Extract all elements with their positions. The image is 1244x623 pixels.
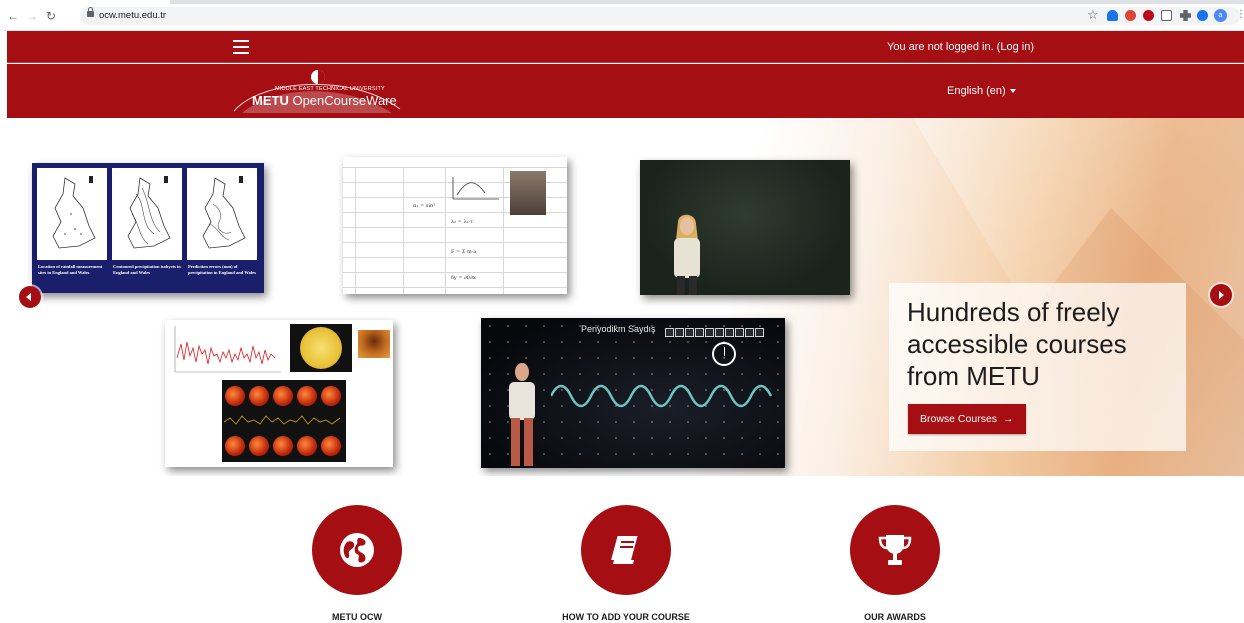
feature-awards[interactable]: OUR AWARDS xyxy=(795,505,995,623)
equation-text: λ₂ = λ₁·τ xyxy=(451,219,474,225)
map-caption: Prediction errors (mm) of precipitation … xyxy=(188,264,256,275)
browser-toolbar: ← → ↻ ocw.metu.edu.tr ☆ a ⋮ xyxy=(0,0,1244,31)
book-icon xyxy=(611,536,638,564)
feature-label[interactable]: HOW TO ADD YOUR COURSE xyxy=(526,611,726,623)
extension-icon[interactable] xyxy=(1125,10,1136,21)
hero-caption-text: Hundreds of freely accessible courses fr… xyxy=(907,297,1127,391)
carousel-next-button[interactable] xyxy=(1210,284,1232,306)
extension-icon[interactable] xyxy=(1107,10,1118,21)
equation-text: α₁ = sin² xyxy=(413,203,436,209)
feature-circle[interactable] xyxy=(581,505,671,595)
chevron-left-icon xyxy=(26,293,31,301)
metu-ocw-logo[interactable]: MIDDLE EAST TECHNICAL UNIVERSITY METU Op… xyxy=(232,69,402,113)
logo-title-rest: OpenCourseWare xyxy=(288,93,397,108)
feature-circle[interactable] xyxy=(850,505,940,595)
blackboard-lecture-image xyxy=(640,160,850,295)
trophy-icon xyxy=(878,535,912,565)
caret-down-icon xyxy=(1009,89,1016,94)
brand-header: MIDDLE EAST TECHNICAL UNIVERSITY METU Op… xyxy=(7,64,1244,118)
hero-caption: Hundreds of freely accessible courses fr… xyxy=(889,283,1186,451)
sunspot-image xyxy=(358,330,390,358)
browser-menu-icon[interactable]: ⋮ xyxy=(1236,8,1244,22)
title-boxes xyxy=(665,324,765,342)
feature-circle[interactable] xyxy=(312,505,402,595)
profile-avatar[interactable]: a xyxy=(1214,9,1227,22)
map-caption: Contoured precipitation isohyets in Engl… xyxy=(113,264,181,275)
login-link[interactable]: You are not logged in. (Log in) xyxy=(887,40,1034,54)
extension-icon[interactable] xyxy=(1197,10,1208,21)
stopwatch-icon xyxy=(712,342,736,366)
browse-courses-label: Browse Courses xyxy=(920,413,998,425)
lecturer-figure xyxy=(674,214,700,295)
forward-icon[interactable]: → xyxy=(25,9,39,23)
language-selector[interactable]: English (en) xyxy=(947,84,1016,98)
equation-text: F = Σ m·a xyxy=(451,249,477,255)
address-bar[interactable] xyxy=(80,7,1240,25)
map-panel xyxy=(187,168,257,260)
equation-text: δy = ∂f/∂x xyxy=(451,275,476,281)
feature-add-course[interactable]: HOW TO ADD YOUR COURSE xyxy=(526,505,726,623)
back-icon[interactable]: ← xyxy=(6,9,20,23)
arrow-right-icon: → xyxy=(1003,413,1014,425)
browse-courses-button[interactable]: Browse Courses → xyxy=(908,404,1026,434)
hamburger-menu-icon[interactable] xyxy=(233,40,249,54)
spreadsheet-lecture-image: α₁ = sin² λ₂ = λ₁·τ F = Σ m·a δy = ∂f/∂x xyxy=(343,157,567,294)
lock-icon xyxy=(87,7,94,17)
map-caption: Location of rainfall measurement sites i… xyxy=(38,264,103,275)
top-navbar: You are not logged in. (Log in) xyxy=(7,31,1244,63)
language-label: English (en) xyxy=(947,85,1006,97)
bookmark-star-icon[interactable]: ☆ xyxy=(1087,7,1099,23)
reload-icon[interactable]: ↻ xyxy=(44,9,58,23)
tab-strip xyxy=(0,0,1244,4)
logo-university-text: MIDDLE EAST TECHNICAL UNIVERSITY xyxy=(275,86,385,92)
map-panel xyxy=(112,168,182,260)
hero-carousel: Location of rainfall measurement sites i… xyxy=(7,118,1244,476)
carousel-prev-button[interactable] xyxy=(19,286,41,308)
feature-label[interactable]: OUR AWARDS xyxy=(795,611,995,623)
extension-icon[interactable] xyxy=(1161,10,1172,21)
rainfall-maps-image: Location of rainfall measurement sites i… xyxy=(32,163,264,293)
feature-label[interactable]: METU OCW xyxy=(257,611,457,623)
active-tab[interactable] xyxy=(0,0,170,4)
logo-title-bold: METU xyxy=(252,93,289,108)
sun-image xyxy=(290,324,352,372)
presenter-video xyxy=(510,171,546,215)
wave-graphic xyxy=(551,384,773,408)
physics-slide-title: Periyodikm Saydış xyxy=(581,324,656,334)
physics-lecture-image: Periyodikm Saydış xyxy=(481,318,785,468)
logo-title: METU OpenCourseWare xyxy=(252,93,397,108)
chevron-right-icon xyxy=(1219,291,1224,299)
url-text[interactable]: ocw.metu.edu.tr xyxy=(99,9,166,23)
map-panel xyxy=(37,168,107,260)
globe-icon xyxy=(340,533,374,567)
solar-data-image xyxy=(165,320,393,467)
presenter-figure xyxy=(509,363,535,466)
sun-sequence-image xyxy=(222,380,346,462)
pinterest-icon[interactable] xyxy=(1143,10,1154,21)
feature-metu-ocw[interactable]: METU OCW xyxy=(257,505,457,623)
